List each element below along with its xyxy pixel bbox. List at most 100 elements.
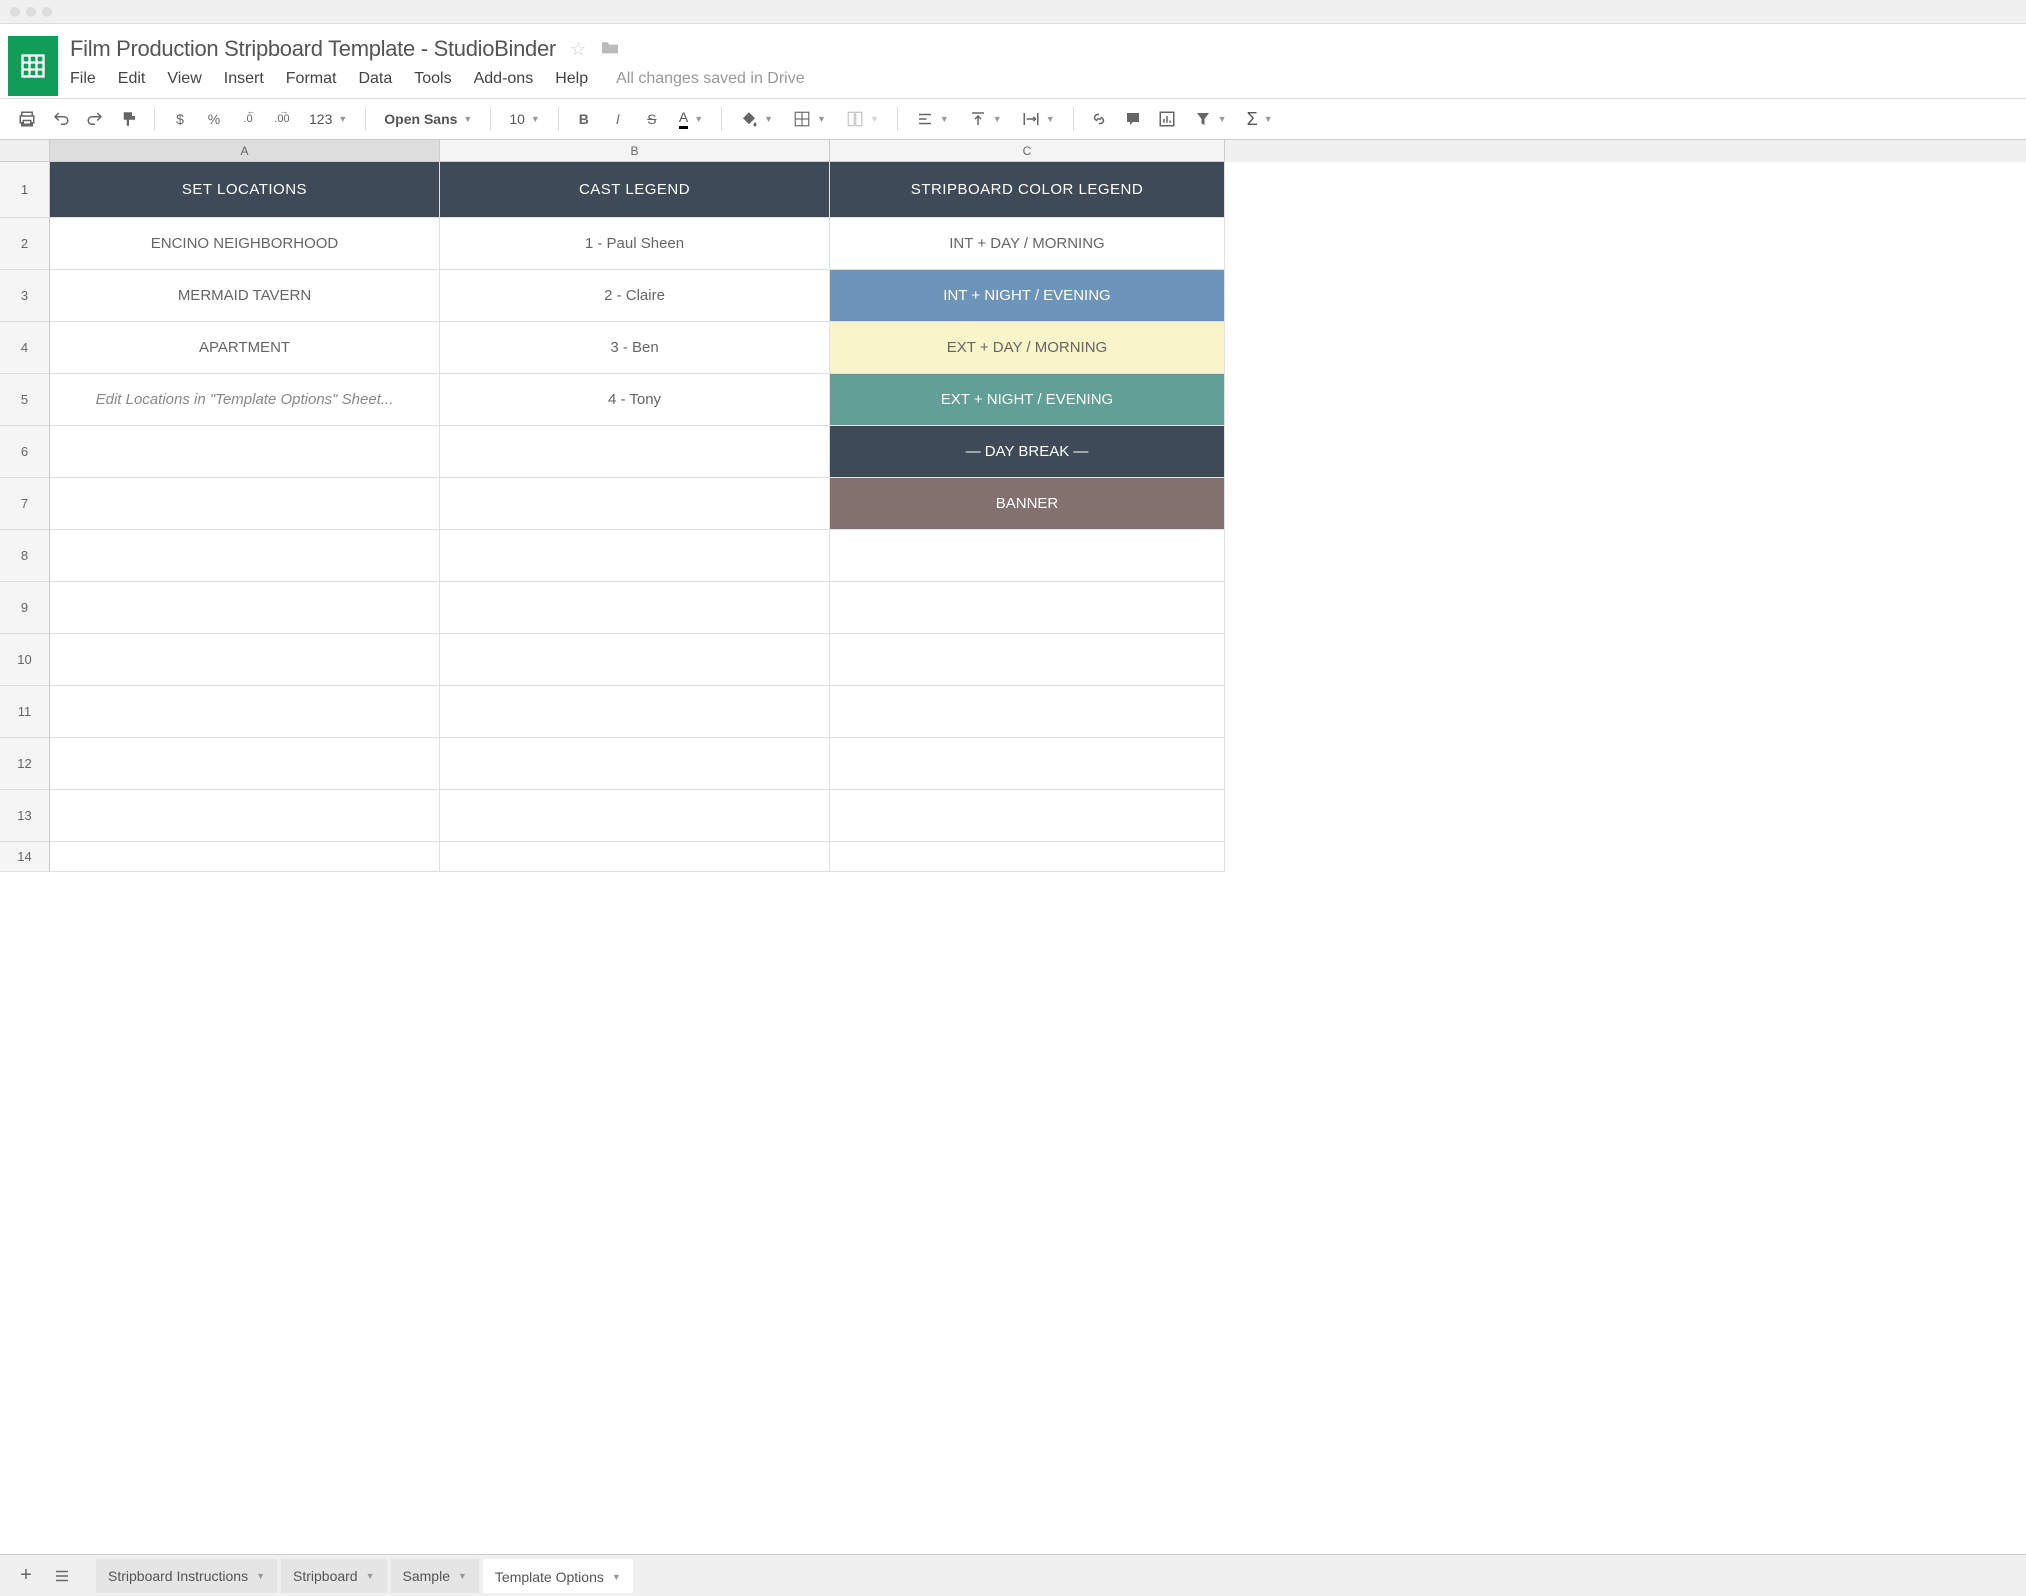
horizontal-align-dropdown[interactable]: ▼ bbox=[908, 104, 957, 134]
cell-a14[interactable] bbox=[50, 842, 440, 872]
number-format-dropdown[interactable]: 123▼ bbox=[301, 104, 355, 134]
cell-c9[interactable] bbox=[830, 582, 1225, 634]
vertical-align-dropdown[interactable]: ▼ bbox=[961, 104, 1010, 134]
cell-c3[interactable]: INT + NIGHT / EVENING bbox=[830, 270, 1225, 322]
cell-a7[interactable] bbox=[50, 478, 440, 530]
merge-cells-dropdown[interactable]: ▼ bbox=[838, 104, 887, 134]
row-header-8[interactable]: 8 bbox=[0, 530, 50, 582]
row-header-4[interactable]: 4 bbox=[0, 322, 50, 374]
strikethrough-button[interactable]: S bbox=[637, 104, 667, 134]
cell-b3[interactable]: 2 - Claire bbox=[440, 270, 830, 322]
menu-view[interactable]: View bbox=[167, 70, 201, 88]
menu-tools[interactable]: Tools bbox=[414, 70, 451, 88]
cell-a1[interactable]: SET LOCATIONS bbox=[50, 162, 440, 218]
cell-a5[interactable]: Edit Locations in "Template Options" She… bbox=[50, 374, 440, 426]
comment-icon[interactable] bbox=[1118, 104, 1148, 134]
cell-b7[interactable] bbox=[440, 478, 830, 530]
menu-format[interactable]: Format bbox=[286, 70, 337, 88]
cell-c11[interactable] bbox=[830, 686, 1225, 738]
row-header-7[interactable]: 7 bbox=[0, 478, 50, 530]
row-header-2[interactable]: 2 bbox=[0, 218, 50, 270]
cell-c12[interactable] bbox=[830, 738, 1225, 790]
decrease-decimal-button[interactable]: .0← bbox=[233, 104, 263, 134]
chart-icon[interactable] bbox=[1152, 104, 1182, 134]
font-size-dropdown[interactable]: 10▼ bbox=[501, 104, 548, 134]
row-header-1[interactable]: 1 bbox=[0, 162, 50, 218]
cell-a2[interactable]: ENCINO NEIGHBORHOOD bbox=[50, 218, 440, 270]
cell-b12[interactable] bbox=[440, 738, 830, 790]
print-icon[interactable] bbox=[12, 104, 42, 134]
text-wrap-dropdown[interactable]: ▼ bbox=[1014, 104, 1063, 134]
select-all-corner[interactable] bbox=[0, 140, 50, 162]
row-header-14[interactable]: 14 bbox=[0, 842, 50, 872]
row-header-9[interactable]: 9 bbox=[0, 582, 50, 634]
cell-a8[interactable] bbox=[50, 530, 440, 582]
star-icon[interactable]: ☆ bbox=[570, 39, 586, 60]
cell-c8[interactable] bbox=[830, 530, 1225, 582]
cell-a9[interactable] bbox=[50, 582, 440, 634]
cell-c10[interactable] bbox=[830, 634, 1225, 686]
cell-b9[interactable] bbox=[440, 582, 830, 634]
column-header-a[interactable]: A bbox=[50, 140, 440, 162]
row-header-3[interactable]: 3 bbox=[0, 270, 50, 322]
cell-c7[interactable]: BANNER bbox=[830, 478, 1225, 530]
cell-c5[interactable]: EXT + NIGHT / EVENING bbox=[830, 374, 1225, 426]
paint-format-icon[interactable] bbox=[114, 104, 144, 134]
cell-a11[interactable] bbox=[50, 686, 440, 738]
window-dot-maximize[interactable] bbox=[42, 7, 52, 17]
sheet-tab-template-options[interactable]: Template Options▼ bbox=[483, 1559, 633, 1593]
percent-button[interactable]: % bbox=[199, 104, 229, 134]
cell-c1[interactable]: STRIPBOARD COLOR LEGEND bbox=[830, 162, 1225, 218]
borders-dropdown[interactable]: ▼ bbox=[785, 104, 834, 134]
menu-addons[interactable]: Add-ons bbox=[474, 70, 534, 88]
link-icon[interactable] bbox=[1084, 104, 1114, 134]
cell-b14[interactable] bbox=[440, 842, 830, 872]
cell-b13[interactable] bbox=[440, 790, 830, 842]
font-dropdown[interactable]: Open Sans▼ bbox=[376, 104, 480, 134]
cell-a6[interactable] bbox=[50, 426, 440, 478]
undo-icon[interactable] bbox=[46, 104, 76, 134]
cell-b11[interactable] bbox=[440, 686, 830, 738]
cell-a12[interactable] bbox=[50, 738, 440, 790]
cell-a10[interactable] bbox=[50, 634, 440, 686]
redo-icon[interactable] bbox=[80, 104, 110, 134]
cell-c13[interactable] bbox=[830, 790, 1225, 842]
cell-b5[interactable]: 4 - Tony bbox=[440, 374, 830, 426]
folder-icon[interactable] bbox=[600, 38, 620, 61]
row-header-6[interactable]: 6 bbox=[0, 426, 50, 478]
document-title[interactable]: Film Production Stripboard Template - St… bbox=[70, 36, 556, 62]
cell-c2[interactable]: INT + DAY / MORNING bbox=[830, 218, 1225, 270]
menu-insert[interactable]: Insert bbox=[224, 70, 264, 88]
row-header-13[interactable]: 13 bbox=[0, 790, 50, 842]
column-header-b[interactable]: B bbox=[440, 140, 830, 162]
cell-b2[interactable]: 1 - Paul Sheen bbox=[440, 218, 830, 270]
cell-a13[interactable] bbox=[50, 790, 440, 842]
cell-b6[interactable] bbox=[440, 426, 830, 478]
sheets-app-icon[interactable] bbox=[8, 36, 58, 96]
menu-edit[interactable]: Edit bbox=[118, 70, 146, 88]
fill-color-dropdown[interactable]: ▼ bbox=[732, 104, 781, 134]
menu-file[interactable]: File bbox=[70, 70, 96, 88]
all-sheets-button[interactable] bbox=[48, 1562, 76, 1590]
column-header-c[interactable]: C bbox=[830, 140, 1225, 162]
cell-a4[interactable]: APARTMENT bbox=[50, 322, 440, 374]
filter-dropdown[interactable]: ▼ bbox=[1186, 104, 1235, 134]
window-dot-close[interactable] bbox=[10, 7, 20, 17]
text-color-dropdown[interactable]: A▼ bbox=[671, 104, 711, 134]
functions-dropdown[interactable]: Σ▼ bbox=[1239, 104, 1281, 134]
cell-b8[interactable] bbox=[440, 530, 830, 582]
sheet-tab-stripboard-instructions[interactable]: Stripboard Instructions▼ bbox=[96, 1559, 277, 1593]
bold-button[interactable]: B bbox=[569, 104, 599, 134]
add-sheet-button[interactable]: + bbox=[12, 1562, 40, 1590]
row-header-5[interactable]: 5 bbox=[0, 374, 50, 426]
currency-button[interactable]: $ bbox=[165, 104, 195, 134]
cell-b1[interactable]: CAST LEGEND bbox=[440, 162, 830, 218]
cell-c6[interactable]: — DAY BREAK — bbox=[830, 426, 1225, 478]
increase-decimal-button[interactable]: .00→ bbox=[267, 104, 297, 134]
cell-c4[interactable]: EXT + DAY / MORNING bbox=[830, 322, 1225, 374]
row-header-11[interactable]: 11 bbox=[0, 686, 50, 738]
sheet-tab-stripboard[interactable]: Stripboard▼ bbox=[281, 1559, 387, 1593]
cell-b10[interactable] bbox=[440, 634, 830, 686]
menu-data[interactable]: Data bbox=[358, 70, 392, 88]
window-dot-minimize[interactable] bbox=[26, 7, 36, 17]
